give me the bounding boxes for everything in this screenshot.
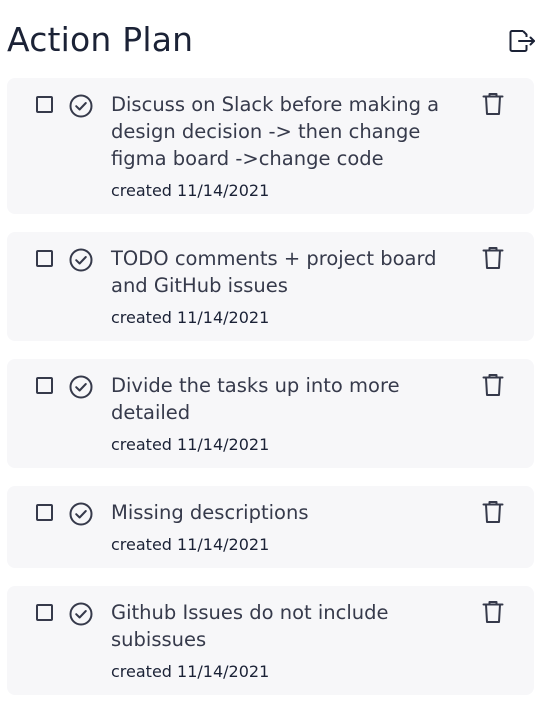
- check-circle-icon: [69, 602, 93, 626]
- complete-button[interactable]: [68, 601, 94, 627]
- task-created-date: created 11/14/2021: [111, 535, 270, 554]
- task-card: Divide the tasks up into more detailed c…: [7, 359, 534, 468]
- task-card: Missing descriptions created 11/14/2021: [7, 486, 534, 568]
- task-text: TODO comments + project board and GitHub…: [111, 247, 437, 297]
- complete-button[interactable]: [68, 501, 94, 527]
- delete-button[interactable]: [480, 371, 506, 399]
- trash-icon: [482, 93, 504, 115]
- check-circle-icon: [69, 375, 93, 399]
- task-checkbox[interactable]: [36, 377, 53, 394]
- header: Action Plan: [7, 18, 537, 62]
- task-card: Github Issues do not include subissues c…: [7, 586, 534, 695]
- task-checkbox[interactable]: [36, 250, 53, 267]
- page-title: Action Plan: [7, 20, 194, 59]
- task-checkbox[interactable]: [36, 604, 53, 621]
- task-checkbox[interactable]: [36, 96, 53, 113]
- task-created-date: created 11/14/2021: [111, 662, 270, 681]
- trash-icon: [482, 501, 504, 523]
- trash-icon: [482, 601, 504, 623]
- export-file-icon: [509, 30, 535, 52]
- task-created-date: created 11/14/2021: [111, 181, 270, 200]
- delete-button[interactable]: [480, 90, 506, 118]
- delete-button[interactable]: [480, 598, 506, 626]
- task-content: Discuss on Slack before making a design …: [111, 91, 444, 202]
- task-card: Discuss on Slack before making a design …: [7, 78, 534, 214]
- task-checkbox[interactable]: [36, 504, 53, 521]
- task-created-date: created 11/14/2021: [111, 308, 270, 327]
- complete-button[interactable]: [68, 374, 94, 400]
- task-content: Github Issues do not include subissues c…: [111, 599, 444, 683]
- task-content: Missing descriptions created 11/14/2021: [111, 499, 444, 556]
- export-button[interactable]: [507, 26, 537, 56]
- check-circle-icon: [69, 248, 93, 272]
- task-created-date: created 11/14/2021: [111, 435, 270, 454]
- complete-button[interactable]: [68, 93, 94, 119]
- task-card: TODO comments + project board and GitHub…: [7, 232, 534, 341]
- task-text: Missing descriptions: [111, 501, 309, 524]
- trash-icon: [482, 247, 504, 269]
- complete-button[interactable]: [68, 247, 94, 273]
- task-text: Divide the tasks up into more detailed: [111, 374, 400, 424]
- task-content: Divide the tasks up into more detailed c…: [111, 372, 444, 456]
- task-content: TODO comments + project board and GitHub…: [111, 245, 444, 329]
- delete-button[interactable]: [480, 498, 506, 526]
- task-text: Github Issues do not include subissues: [111, 601, 389, 651]
- check-circle-icon: [69, 502, 93, 526]
- check-circle-icon: [69, 94, 93, 118]
- task-text: Discuss on Slack before making a design …: [111, 93, 440, 170]
- delete-button[interactable]: [480, 244, 506, 272]
- task-list: Discuss on Slack before making a design …: [7, 78, 534, 713]
- trash-icon: [482, 374, 504, 396]
